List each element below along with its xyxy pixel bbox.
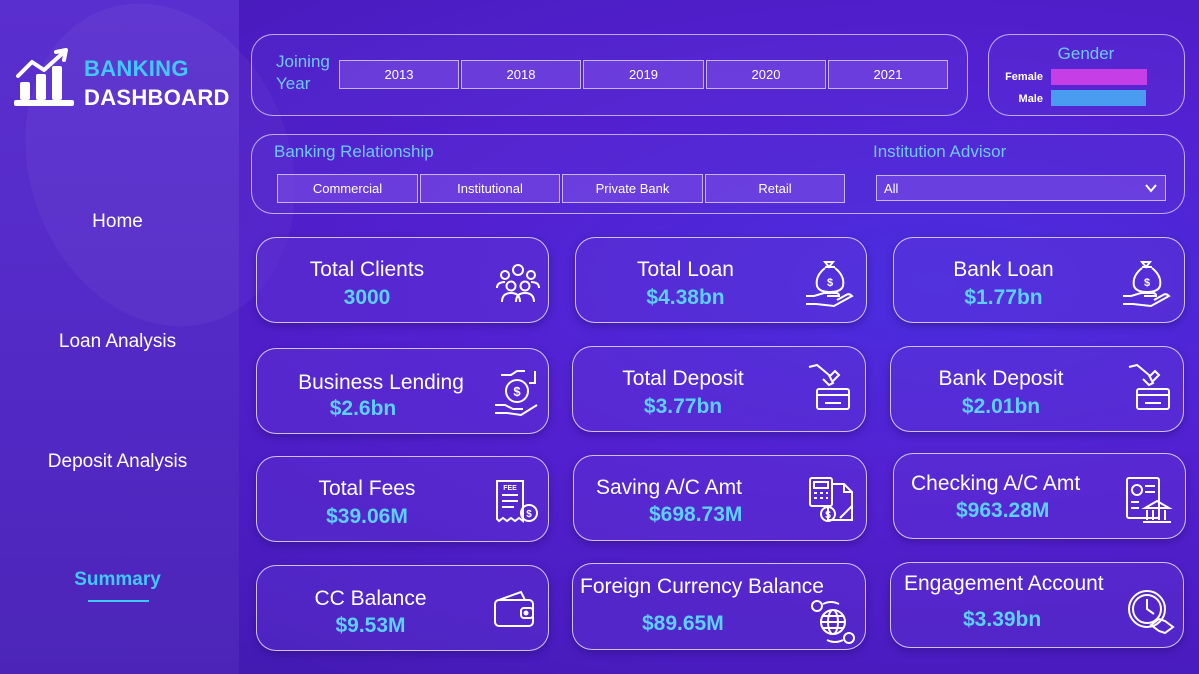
relationship-option-institutional[interactable]: Institutional	[420, 174, 560, 203]
kpi-title: Business Lending	[298, 371, 464, 394]
nav-item-loan-analysis[interactable]: Loan Analysis	[0, 331, 235, 353]
brand-title-line2: DASHBOARD	[84, 85, 230, 110]
relationship-option-retail[interactable]: Retail	[705, 174, 845, 203]
kpi-value: $89.65M	[642, 612, 724, 635]
kpi-card-bank-deposit[interactable]: Bank Deposit $2.01bn	[890, 346, 1184, 432]
institution-advisor-dropdown[interactable]: All	[876, 175, 1166, 201]
kpi-value: $698.73M	[649, 503, 743, 526]
kpi-card-engagement-account[interactable]: Engagement Account $3.39bn	[890, 562, 1184, 648]
kpi-title: Engagement Account	[904, 572, 1104, 595]
gender-female-label: Female	[1005, 71, 1043, 83]
kpi-title: Total Loan	[637, 258, 734, 281]
kpi-title: Total Deposit	[622, 367, 744, 390]
chevron-down-icon	[1145, 184, 1157, 193]
kpi-card-total-fees[interactable]: Total Fees $39.06M FEE $	[256, 456, 549, 542]
kpi-value: $39.06M	[326, 505, 408, 528]
kpi-title: Saving A/C Amt	[596, 476, 742, 499]
kpi-value: $1.77bn	[964, 286, 1043, 309]
kpi-title: Foreign Currency Balance	[580, 575, 824, 598]
svg-text:$: $	[513, 384, 521, 399]
nav-item-home[interactable]: Home	[0, 211, 235, 233]
kpi-value: $4.38bn	[646, 286, 725, 309]
kpi-card-total-deposit[interactable]: Total Deposit $3.77bn	[572, 346, 866, 432]
brand-title-line1: BANKING	[84, 56, 189, 81]
kpi-value: $9.53M	[335, 614, 406, 637]
bank-document-icon	[1126, 477, 1173, 523]
kpi-card-checking-ac-amt[interactable]: Checking A/C Amt $963.28M	[893, 453, 1186, 539]
wallet-icon	[494, 590, 534, 627]
kpi-title: Bank Deposit	[938, 367, 1064, 390]
kpi-card-saving-ac-amt[interactable]: Saving A/C Amt $698.73M $	[573, 455, 867, 541]
kpi-title: Total Fees	[318, 477, 416, 500]
kpi-card-bank-loan[interactable]: Bank Loan $1.77bn $	[893, 237, 1185, 323]
kpi-value: $2.01bn	[961, 395, 1041, 418]
brand-logo: BANKING DASHBOARD	[14, 48, 234, 112]
year-option-2018[interactable]: 2018	[461, 60, 581, 89]
kpi-card-cc-balance[interactable]: CC Balance $9.53M	[256, 565, 549, 651]
year-option-2019[interactable]: 2019	[583, 60, 704, 89]
svg-text:FEE: FEE	[503, 485, 517, 492]
kpi-title: CC Balance	[314, 587, 427, 610]
year-option-2020[interactable]: 2020	[706, 60, 826, 89]
svg-text:$: $	[827, 277, 833, 289]
deposit-icon	[808, 363, 850, 410]
banking-relationship-label: Banking Relationship	[274, 142, 434, 161]
clock-handshake-icon	[1128, 590, 1175, 635]
nav-item-summary[interactable]: Summary	[0, 569, 235, 591]
svg-text:$: $	[1144, 277, 1150, 289]
kpi-title: Checking A/C Amt	[911, 472, 1081, 495]
nav-item-deposit-analysis[interactable]: Deposit Analysis	[0, 451, 235, 473]
svg-text:$: $	[526, 509, 532, 520]
kpi-value: 3000	[343, 286, 391, 309]
money-bag-hand-icon: $	[1123, 261, 1171, 308]
gender-male-swatch[interactable]	[1051, 90, 1146, 106]
institution-advisor-label: Institution Advisor	[873, 142, 1007, 161]
kpi-title: Total Clients	[309, 258, 425, 281]
chart-growth-icon	[14, 48, 74, 106]
svg-text:$: $	[825, 510, 831, 521]
kpi-value: $2.6bn	[329, 397, 397, 420]
people-group-icon	[496, 264, 540, 303]
kpi-value: $3.77bn	[643, 395, 723, 418]
kpi-value: $963.28M	[956, 499, 1050, 522]
year-option-2021[interactable]: 2021	[828, 60, 948, 89]
gender-female-swatch[interactable]	[1051, 69, 1147, 85]
globe-currency-icon	[811, 600, 855, 644]
relationship-option-private-bank[interactable]: Private Bank	[562, 174, 703, 203]
kpi-card-total-loan[interactable]: Total Loan $4.38bn $	[575, 237, 867, 323]
kpi-value: $3.39bn	[963, 608, 1042, 631]
kpi-title: Bank Loan	[953, 258, 1054, 281]
fee-receipt-icon: FEE $	[496, 480, 538, 523]
coin-hand-icon: $	[495, 370, 538, 417]
gender-male-label: Male	[1018, 93, 1043, 105]
calculator-document-icon: $	[809, 477, 853, 522]
joining-year-label: Joining Year	[276, 52, 330, 93]
gender-legend-title: Gender	[1057, 44, 1115, 63]
sidebar: BANKING DASHBOARD Home Loan Analysis Dep…	[0, 0, 239, 674]
year-option-2013[interactable]: 2013	[339, 60, 459, 89]
money-bag-hand-icon: $	[806, 261, 854, 308]
deposit-icon	[1128, 363, 1170, 410]
nav-active-indicator	[88, 600, 149, 602]
kpi-card-foreign-currency-balance[interactable]: Foreign Currency Balance $89.65M	[572, 563, 866, 650]
kpi-card-total-clients[interactable]: Total Clients 3000	[256, 237, 549, 323]
relationship-option-commercial[interactable]: Commercial	[277, 174, 418, 203]
kpi-card-business-lending[interactable]: Business Lending $2.6bn $	[256, 348, 549, 434]
institution-advisor-selected: All	[884, 180, 899, 196]
